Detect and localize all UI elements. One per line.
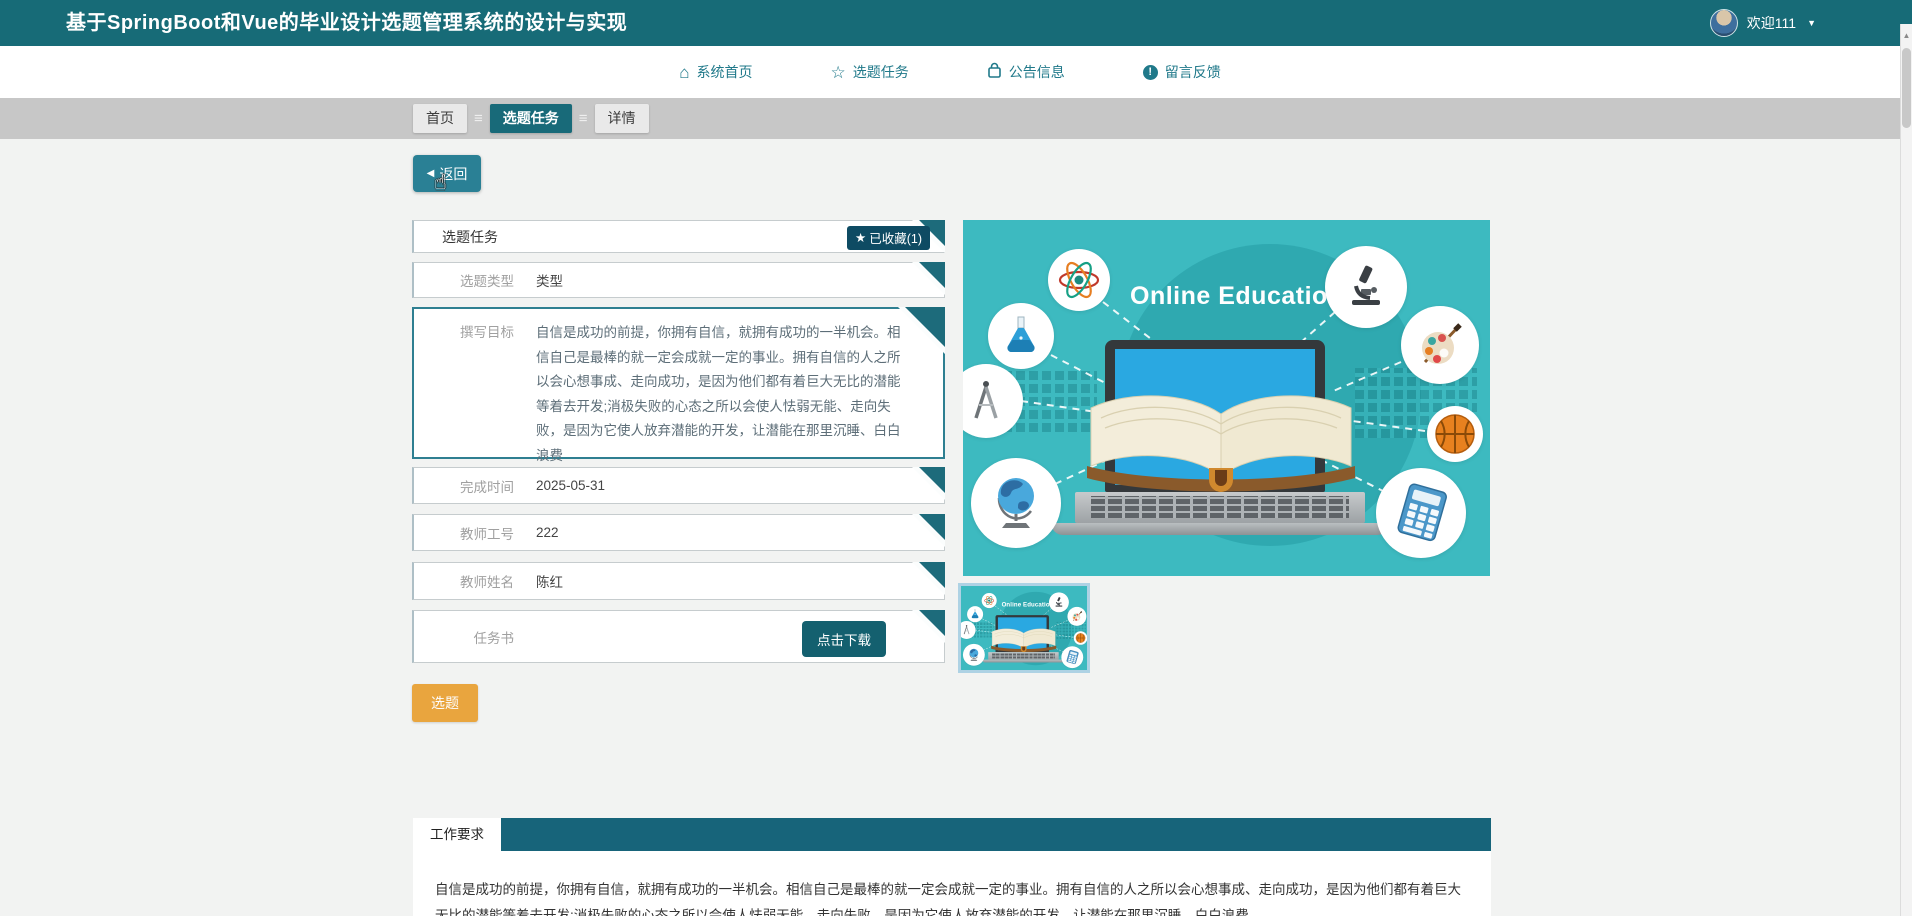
breadcrumb-separator-icon: ≡ bbox=[578, 110, 588, 127]
page: 基于SpringBoot和Vue的毕业设计选题管理系统的设计与实现 欢迎111 … bbox=[0, 0, 1912, 916]
announcement-icon bbox=[987, 62, 1002, 82]
nav-label: 系统首页 bbox=[696, 64, 753, 80]
field-row-teacher-name: 教师姓名 陈红 bbox=[412, 562, 945, 600]
laptop-base bbox=[982, 659, 1065, 663]
avatar bbox=[1709, 9, 1738, 37]
scrollbar-up-icon[interactable]: ▲ bbox=[1901, 31, 1912, 40]
breadcrumb-separator-icon: ≡ bbox=[474, 110, 483, 127]
open-book bbox=[991, 628, 1057, 653]
field-label: 选题类型 bbox=[460, 274, 514, 289]
calculator-icon bbox=[1376, 468, 1466, 558]
work-requirement-section: 工作要求 自信是成功的前提，你拥有自信，就拥有成功的一半机会。相信自己是最棒的就… bbox=[413, 818, 1491, 916]
flask-icon bbox=[988, 303, 1054, 369]
back-button[interactable]: ◀ 返回 bbox=[413, 155, 481, 192]
paint-palette-icon bbox=[1067, 606, 1087, 626]
paint-palette-icon bbox=[1401, 306, 1479, 384]
field-label: 教师工号 bbox=[460, 526, 514, 542]
laptop-keyboard bbox=[988, 652, 1059, 660]
feedback-icon: ! bbox=[1142, 64, 1158, 80]
nav-label: 选题任务 bbox=[852, 64, 909, 80]
atom-icon bbox=[1048, 249, 1110, 311]
field-value: 类型 bbox=[536, 274, 563, 289]
breadcrumb-bar: 首页 ≡ 选题任务 ≡ 详情 bbox=[0, 98, 1900, 139]
field-value: 222 bbox=[536, 525, 559, 540]
favorited-badge[interactable]: ★ 已收藏(1) bbox=[847, 226, 930, 250]
education-thumbnail[interactable]: Online Education bbox=[958, 583, 1090, 673]
field-label: 完成时间 bbox=[460, 479, 514, 495]
field-row-goal: 撰写目标 自信是成功的前提，你拥有自信，就拥有成功的一半机会。相信自己是最棒的就… bbox=[412, 307, 945, 463]
select-topic-button[interactable]: 选题 bbox=[412, 684, 478, 722]
globe-icon bbox=[971, 458, 1061, 548]
download-button[interactable]: 点击下载 bbox=[802, 621, 886, 657]
scrollbar-track[interactable]: ▲ bbox=[1900, 24, 1912, 916]
mouse-cursor-icon: ☝ bbox=[434, 171, 447, 194]
main-nav: ⌂ 系统首页 ☆ 选题任务 公告信息 ! 留言反馈 bbox=[0, 46, 1900, 98]
field-label: 任务书 bbox=[473, 630, 515, 646]
panel-header-row: 选题任务 ★ 已收藏(1) bbox=[412, 220, 945, 253]
field-label: 撰写目标 bbox=[460, 325, 514, 340]
app-header: 基于SpringBoot和Vue的毕业设计选题管理系统的设计与实现 欢迎111 … bbox=[0, 0, 1912, 46]
favorite-count: 已收藏(1) bbox=[869, 232, 922, 246]
microscope-icon bbox=[1325, 246, 1407, 328]
microscope-icon bbox=[1048, 592, 1069, 613]
work-requirement-content: 自信是成功的前提，你拥有自信，就拥有成功的一半机会。相信自己是最棒的就一定会成就… bbox=[413, 851, 1491, 916]
page-title: 基于SpringBoot和Vue的毕业设计选题管理系统的设计与实现 bbox=[66, 12, 628, 34]
nav-label: 留言反馈 bbox=[1164, 64, 1221, 80]
globe-icon bbox=[962, 643, 985, 666]
education-banner: Online Education bbox=[961, 586, 1087, 670]
banner-title: Online Education bbox=[1130, 282, 1344, 310]
field-row-teacher-id: 教师工号 222 bbox=[412, 514, 945, 551]
favorite-star-icon: ★ bbox=[855, 231, 867, 245]
home-icon: ⌂ bbox=[679, 62, 690, 82]
panel-title: 选题任务 bbox=[442, 228, 498, 245]
calculator-icon bbox=[1061, 646, 1084, 669]
banner-title: Online Education bbox=[1001, 601, 1054, 608]
basketball-icon bbox=[1427, 406, 1483, 462]
breadcrumb: 首页 ≡ 选题任务 ≡ 详情 bbox=[413, 104, 649, 133]
tab-work-requirement[interactable]: 工作要求 bbox=[413, 818, 501, 851]
field-label: 教师姓名 bbox=[460, 575, 514, 590]
atom-icon bbox=[981, 593, 997, 609]
user-menu[interactable]: 欢迎111 ▼ bbox=[1709, 0, 1816, 46]
education-banner[interactable]: Online Education bbox=[963, 220, 1490, 576]
breadcrumb-tab-detail[interactable]: 详情 bbox=[594, 104, 649, 133]
star-icon: ☆ bbox=[830, 62, 846, 82]
field-value: 陈红 bbox=[536, 575, 563, 590]
laptop-base bbox=[1051, 523, 1389, 535]
nav-item-announcement[interactable]: 公告信息 bbox=[987, 62, 1065, 82]
field-row-deadline: 完成时间 2025-05-31 bbox=[412, 467, 945, 504]
work-tab-bar: 工作要求 bbox=[413, 818, 1491, 851]
basketball-icon bbox=[1073, 631, 1087, 645]
breadcrumb-tab-topic-task[interactable]: 选题任务 bbox=[489, 104, 572, 133]
welcome-text: 欢迎111 bbox=[1746, 15, 1797, 31]
field-row-task-book: 任务书 点击下载 bbox=[412, 610, 945, 663]
nav-item-feedback[interactable]: ! 留言反馈 bbox=[1142, 62, 1221, 82]
flask-icon bbox=[967, 606, 984, 623]
open-book bbox=[1087, 395, 1355, 492]
nav-item-topic-task[interactable]: ☆ 选题任务 bbox=[831, 62, 909, 82]
field-row-type: 选题类型 类型 bbox=[412, 262, 945, 298]
breadcrumb-tab-home[interactable]: 首页 bbox=[413, 104, 467, 133]
nav-item-home[interactable]: ⌂ 系统首页 bbox=[679, 62, 752, 82]
field-value: 2025-05-31 bbox=[536, 478, 606, 493]
scrollbar-thumb[interactable] bbox=[1902, 48, 1911, 128]
nav-label: 公告信息 bbox=[1008, 64, 1065, 80]
field-value: 自信是成功的前提，你拥有自信，就拥有成功的一半机会。相信自己是最棒的就一定会成就… bbox=[536, 325, 901, 463]
chevron-down-icon: ▼ bbox=[1807, 18, 1816, 28]
laptop-keyboard bbox=[1075, 492, 1365, 523]
